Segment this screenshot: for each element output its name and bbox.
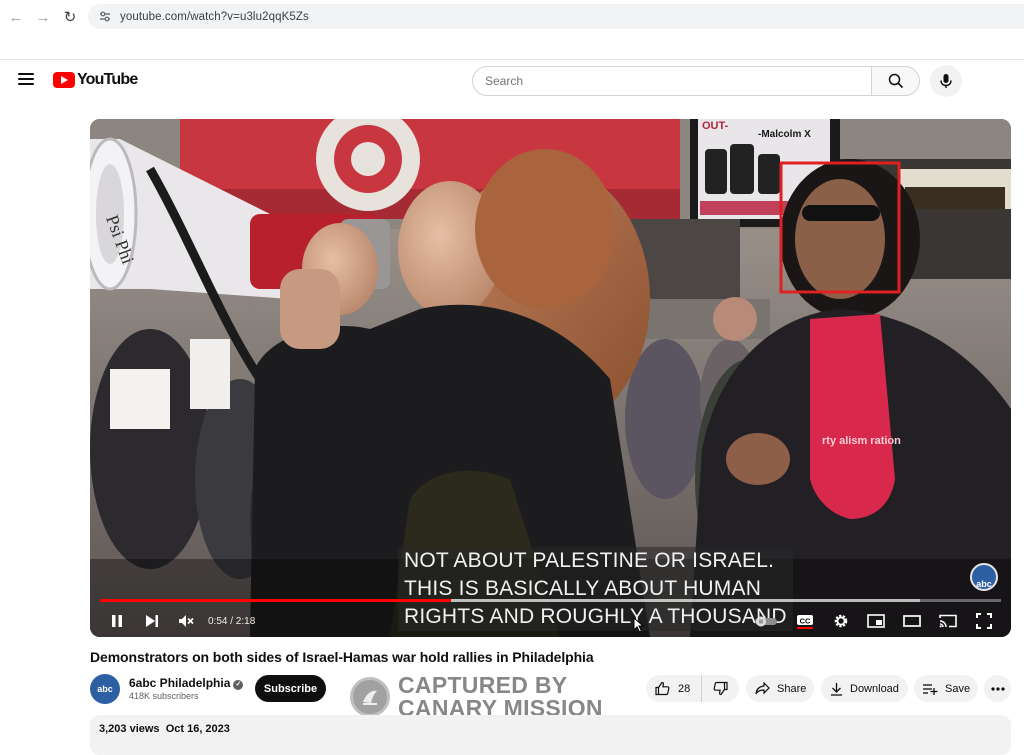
settings-icon <box>834 614 848 628</box>
next-button[interactable] <box>141 605 163 637</box>
save-label: Save <box>945 682 971 695</box>
hamburger-menu-icon[interactable] <box>18 73 34 85</box>
youtube-logo-text: YouTube <box>77 71 138 88</box>
fullscreen-icon <box>976 613 992 629</box>
autoplay-toggle[interactable] <box>753 605 779 637</box>
time-display: 0:54 / 2:18 <box>208 615 256 627</box>
add-to-playlist-icon <box>923 683 938 695</box>
mouse-cursor-icon <box>633 617 645 633</box>
channel-avatar[interactable]: abc <box>90 674 120 704</box>
fullscreen-button[interactable] <box>973 605 995 637</box>
download-icon <box>831 682 842 696</box>
browser-toolbar: ← → ↻ youtube.com/watch?v=u3lu2qqK5Zs <box>0 0 1024 34</box>
thumbs-up-icon <box>655 681 670 696</box>
microphone-icon <box>940 74 952 88</box>
channel-name[interactable]: 6abc Philadelphia <box>129 676 230 690</box>
canary-logo-icon <box>350 677 390 717</box>
progress-bar[interactable] <box>100 599 1001 602</box>
like-button[interactable]: 28 <box>646 675 702 702</box>
shirt-text: rty alism ration <box>822 435 901 447</box>
mute-button[interactable] <box>175 605 197 637</box>
billboard-author: -Malcolm X <box>758 129 811 140</box>
more-actions-button[interactable] <box>984 675 1011 702</box>
youtube-logo[interactable]: YouTube <box>53 71 138 89</box>
next-icon <box>146 615 158 627</box>
watermark-line: CAPTURED BY <box>398 672 568 698</box>
forward-icon[interactable]: → <box>30 4 56 30</box>
upload-date: Oct 16, 2023 <box>165 723 230 735</box>
progress-played <box>100 599 452 602</box>
cc-icon: CC <box>797 615 813 629</box>
search-input[interactable] <box>485 74 871 88</box>
subscribe-button[interactable]: Subscribe <box>255 675 326 702</box>
abc-logo-bug: abc <box>970 563 998 591</box>
miniplayer-button[interactable] <box>865 605 887 637</box>
subscriber-count: 418K subscribers <box>129 691 199 701</box>
watermark-text: CAPTURED BY CANARY MISSION <box>398 674 603 720</box>
svg-text:CC: CC <box>800 617 811 626</box>
player-controls: 0:54 / 2:18 CC <box>90 605 1011 637</box>
dislike-button[interactable] <box>702 675 739 702</box>
share-button[interactable]: Share <box>746 675 814 702</box>
settings-button[interactable] <box>830 605 852 637</box>
video-player[interactable]: OUT- -Malcolm X Psi Phi rty alism ration… <box>90 119 1011 637</box>
search-icon <box>888 73 903 89</box>
description-box[interactable]: 3,203 views Oct 16, 2023 <box>90 715 1011 755</box>
voice-search-button[interactable] <box>930 65 962 97</box>
cast-icon <box>939 614 957 628</box>
pause-icon <box>112 615 122 627</box>
autoplay-toggle-icon <box>755 616 777 627</box>
watermark: CAPTURED BY CANARY MISSION <box>350 674 603 720</box>
reload-icon[interactable]: ↻ <box>57 4 83 30</box>
share-label: Share <box>777 682 807 695</box>
youtube-header: YouTube <box>0 60 1024 102</box>
youtube-play-logo-icon <box>53 72 75 88</box>
share-icon <box>755 682 770 695</box>
cast-button[interactable] <box>937 605 959 637</box>
abc-bug-text: abc <box>976 579 992 589</box>
thumbs-down-icon <box>713 681 728 696</box>
search-button[interactable] <box>872 66 920 96</box>
like-count: 28 <box>678 682 691 695</box>
captions-button[interactable]: CC <box>794 605 816 637</box>
download-button[interactable]: Download <box>821 675 908 702</box>
download-label: Download <box>850 682 899 695</box>
verified-badge-icon: ✓ <box>233 680 244 690</box>
back-icon[interactable]: ← <box>3 4 29 30</box>
theater-icon <box>903 615 921 627</box>
more-horizontal-icon <box>990 686 1005 691</box>
view-count: 3,203 views <box>99 723 160 735</box>
miniplayer-icon <box>867 614 885 628</box>
pause-button[interactable] <box>106 605 128 637</box>
search-box[interactable] <box>472 66 872 96</box>
caption-line: NOT ABOUT PALESTINE OR ISRAEL. <box>404 549 775 572</box>
channel-name-row[interactable]: 6abc Philadelphia ✓ <box>129 676 244 690</box>
url-text[interactable]: youtube.com/watch?v=u3lu2qqK5Zs <box>120 11 309 23</box>
theater-mode-button[interactable] <box>901 605 923 637</box>
address-bar[interactable]: youtube.com/watch?v=u3lu2qqK5Zs <box>88 4 1024 29</box>
mute-icon <box>179 615 194 627</box>
like-dislike-group: 28 <box>646 675 739 702</box>
site-settings-icon[interactable] <box>94 11 116 22</box>
billboard-text: OUT- <box>702 120 729 132</box>
avatar-text: abc <box>97 684 113 694</box>
save-button[interactable]: Save <box>914 675 978 702</box>
video-title: Demonstrators on both sides of Israel-Ha… <box>90 649 594 665</box>
